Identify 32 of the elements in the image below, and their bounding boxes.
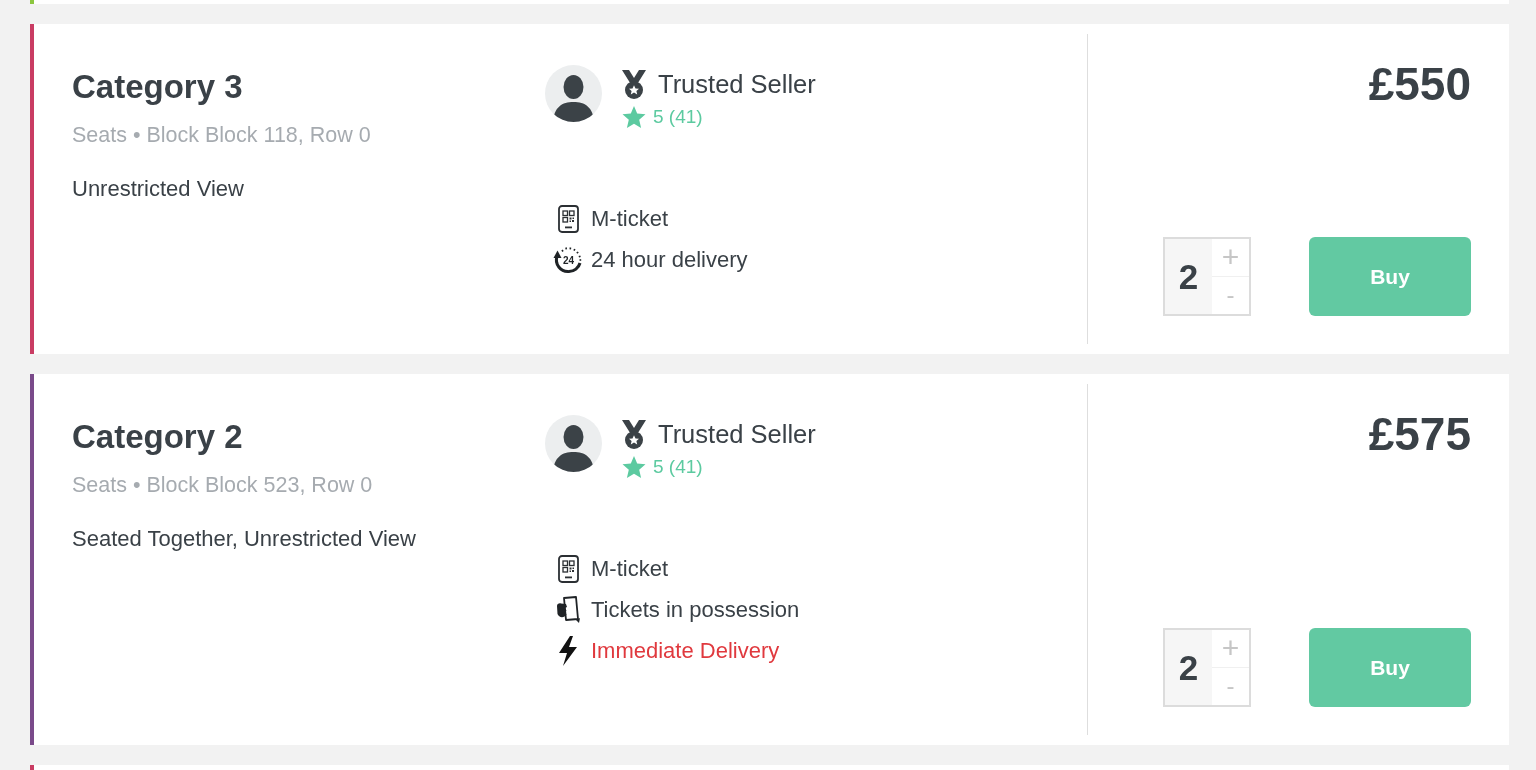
buy-button[interactable]: Buy [1309, 628, 1471, 707]
medal-icon [620, 420, 648, 449]
star-icon [622, 455, 646, 479]
delivery-option: M-ticket [591, 205, 668, 232]
quantity-field[interactable]: 2 [1165, 630, 1212, 705]
delivery-option: 24 hour delivery [591, 246, 748, 273]
category-title: Category 2 [72, 418, 244, 456]
hand-ticket-icon [555, 595, 581, 624]
feature-label: Unrestricted View [243, 526, 416, 552]
seller-rating: 5 (41) [653, 455, 703, 479]
trusted-seller-label: Trusted Seller [658, 420, 816, 449]
star-icon [622, 105, 646, 129]
medal-icon [620, 70, 648, 99]
delivery-option: Immediate Delivery [591, 637, 780, 664]
feature-label: Unrestricted View [72, 176, 244, 202]
category-title: Category 3 [72, 68, 244, 106]
ticket-price: £575 [1368, 408, 1471, 461]
seat-location: Seats • Block Block 523, Row 0 [72, 472, 374, 498]
delivery-option: Tickets in possession [591, 596, 800, 623]
ticket-price: £550 [1368, 58, 1471, 111]
seat-location: Seats • Block Block 118, Row 0 [72, 122, 372, 148]
feature-label: Seated Together, [72, 526, 238, 552]
avatar-icon [545, 65, 602, 122]
delivery-option: M-ticket [591, 555, 668, 582]
phone-qr-icon [557, 204, 579, 233]
seller-rating: 5 (41) [653, 105, 703, 129]
phone-qr-icon [557, 554, 579, 583]
quantity-field[interactable]: 2 [1165, 239, 1212, 314]
trusted-seller-label: Trusted Seller [658, 70, 816, 99]
buy-button[interactable]: Buy [1309, 237, 1471, 316]
avatar-icon [545, 415, 602, 472]
lightning-bolt-icon [558, 635, 578, 666]
